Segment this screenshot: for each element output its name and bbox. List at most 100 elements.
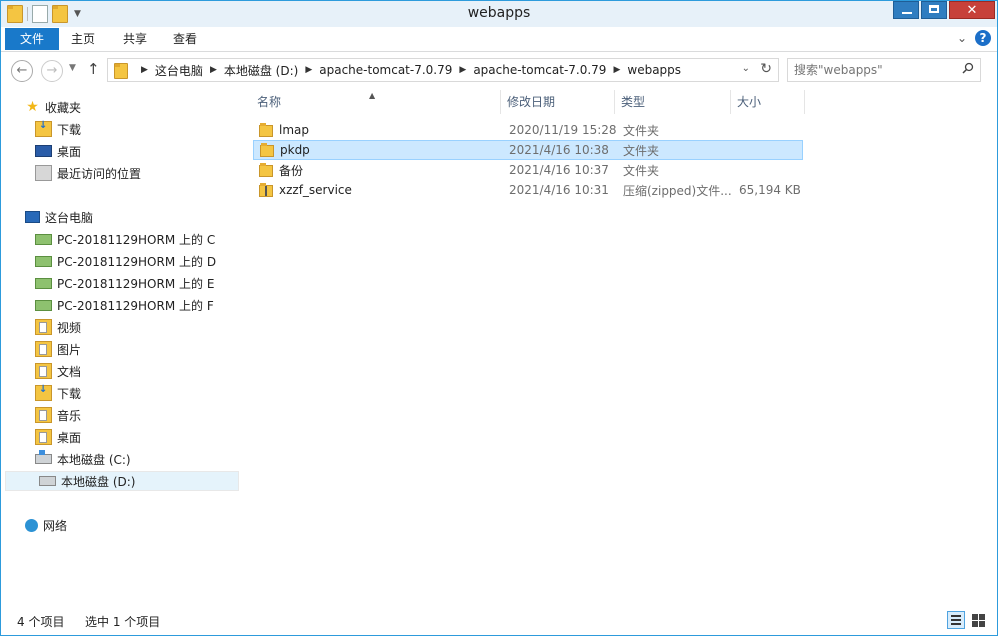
folder-icon [260,143,274,157]
minimize-icon [902,12,912,14]
search-box[interactable] [787,58,981,82]
file-date: 2021/4/16 10:37 [509,163,609,177]
breadcrumb-separator-icon[interactable]: ▶ [613,65,620,75]
tab-home[interactable]: 主页 [71,28,95,50]
breadcrumb-item[interactable]: apache-tomcat-7.0.79 [319,63,452,77]
nav-item-desktop-pc[interactable]: 桌面 [1,427,273,447]
file-list: ▲ 名称 修改日期 类型 大小 lmap 2020/11/19 15:28 文件… [241,89,997,599]
videos-folder-icon [35,319,52,335]
network-drive-icon [35,299,52,311]
nav-item-network-drive-f[interactable]: PC-20181129HORM 上的 F [1,295,273,315]
nav-label: 这台电脑 [45,210,94,225]
local-drive-icon [39,476,56,486]
large-icons-view-button[interactable] [969,611,987,629]
maximize-icon [929,5,939,13]
table-row[interactable]: 备份 2021/4/16 10:37 文件夹 [253,160,803,180]
refresh-icon[interactable]: ↻ [760,61,772,77]
column-header-type[interactable]: 类型 [615,90,731,114]
nav-item-drive-d[interactable]: 本地磁盘 (D:) [5,471,239,491]
nav-item-recent-places[interactable]: 最近访问的位置 [1,163,273,183]
network-drive-icon [35,277,52,289]
ribbon-tabs: 文件 主页 共享 查看 ⌄ ? [1,27,997,52]
breadcrumb-item[interactable]: apache-tomcat-7.0.79 [473,63,606,77]
file-name-cell: lmap [253,123,503,137]
network-icon [25,518,38,532]
star-icon: ★ [26,99,39,115]
large-icons-view-icon [979,614,985,620]
nav-item-music[interactable]: 音乐 [1,405,273,425]
file-type: 文件夹 [623,123,660,138]
download-folder-icon [35,120,52,137]
table-row[interactable]: lmap 2020/11/19 15:28 文件夹 [253,120,803,140]
file-type: 文件夹 [623,143,660,158]
nav-label: 视频 [57,320,82,335]
breadcrumb-item[interactable]: webapps [627,63,681,77]
window-controls: ✕ [891,1,995,19]
title-bar[interactable]: ▼ webapps ✕ [1,1,997,27]
details-view-icon [951,619,961,621]
nav-label: 桌面 [57,430,82,445]
pictures-folder-icon [35,341,52,357]
close-button[interactable]: ✕ [949,1,995,19]
computer-icon [25,211,40,223]
recent-places-icon [35,165,52,181]
tab-file[interactable]: 文件 [5,28,59,50]
expand-ribbon-chevron-icon[interactable]: ⌄ [957,31,967,45]
network-drive-icon [35,255,52,267]
breadcrumb-separator-icon[interactable]: ▶ [210,65,217,75]
file-name: pkdp [280,143,310,157]
breadcrumb-separator-icon[interactable]: ▶ [141,65,148,75]
navigation-pane: ★ 收藏夹 下载 桌面 最近访问的位置 这台电脑 PC-20181129HORM… [1,89,241,599]
column-label: 名称 [257,95,282,109]
breadcrumb-item[interactable]: 这台电脑 [155,62,203,79]
file-name: 备份 [279,163,304,178]
breadcrumb-separator-icon[interactable]: ▶ [305,65,312,75]
nav-item-desktop[interactable]: 桌面 [1,141,273,161]
search-input[interactable] [794,62,954,78]
address-bar[interactable]: ▶ 这台电脑 ▶ 本地磁盘 (D:) ▶ apache-tomcat-7.0.7… [107,58,779,82]
nav-this-pc[interactable]: 这台电脑 [1,207,263,227]
table-row[interactable]: pkdp 2021/4/16 10:38 文件夹 [253,140,803,160]
nav-label: 最近访问的位置 [57,166,142,181]
nav-label: 本地磁盘 (C:) [57,452,131,467]
column-header-size[interactable]: 大小 [731,90,805,114]
file-type: 压缩(zipped)文件... [623,183,732,198]
up-button[interactable]: ↑ [87,60,100,78]
column-header-date[interactable]: 修改日期 [501,90,615,114]
search-icon[interactable] [962,62,974,74]
details-view-button[interactable] [947,611,965,629]
file-date: 2021/4/16 10:38 [509,143,609,157]
nav-item-pictures[interactable]: 图片 [1,339,273,359]
column-header-name[interactable]: ▲ 名称 [251,90,501,114]
file-name: xzzf_service [279,183,352,197]
help-icon[interactable]: ? [975,30,991,46]
file-type: 文件夹 [623,163,660,178]
breadcrumb: ▶ 这台电脑 ▶ 本地磁盘 (D:) ▶ apache-tomcat-7.0.7… [134,59,681,81]
forward-button[interactable]: → [41,60,63,82]
file-name: lmap [279,123,309,137]
recent-locations-chevron-icon[interactable]: ▼ [69,63,76,73]
breadcrumb-item[interactable]: 本地磁盘 (D:) [224,62,298,79]
maximize-button[interactable] [921,1,947,19]
tab-view[interactable]: 查看 [173,28,197,50]
nav-label: 收藏夹 [45,100,82,115]
nav-network[interactable]: 网络 [1,515,263,535]
nav-label: 本地磁盘 (D:) [61,474,136,489]
address-dropdown-chevron-icon[interactable]: ⌄ [742,63,750,74]
nav-label: PC-20181129HORM 上的 E [57,276,215,291]
tab-share[interactable]: 共享 [123,28,147,50]
nav-item-documents[interactable]: 文档 [1,361,273,381]
nav-item-downloads-pc[interactable]: 下载 [1,383,273,403]
nav-item-drive-c[interactable]: 本地磁盘 (C:) [1,449,273,469]
back-button[interactable]: ← [11,60,33,82]
table-row[interactable]: xzzf_service 2021/4/16 10:31 压缩(zipped)文… [253,180,803,200]
nav-favorites[interactable]: ★ 收藏夹 [1,97,263,117]
breadcrumb-separator-icon[interactable]: ▶ [459,65,466,75]
nav-item-downloads[interactable]: 下载 [1,119,273,139]
nav-item-network-drive-c[interactable]: PC-20181129HORM 上的 C [1,229,273,249]
nav-item-network-drive-e[interactable]: PC-20181129HORM 上的 E [1,273,273,293]
minimize-button[interactable] [893,1,919,19]
nav-item-network-drive-d[interactable]: PC-20181129HORM 上的 D [1,251,273,271]
nav-item-videos[interactable]: 视频 [1,317,273,337]
close-icon: ✕ [966,3,978,18]
